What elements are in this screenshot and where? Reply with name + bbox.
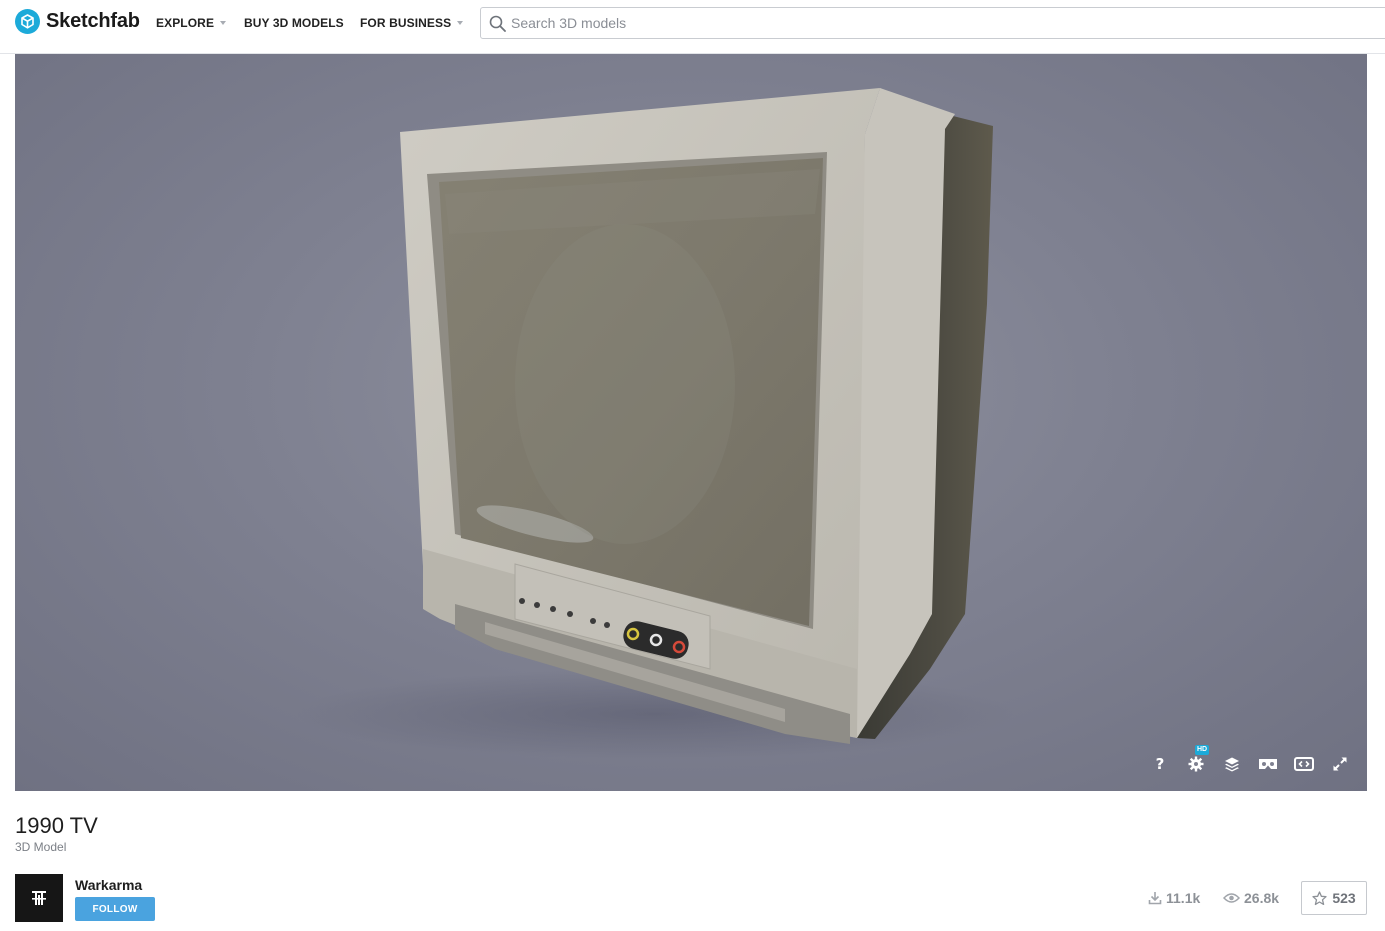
fullscreen-icon xyxy=(1333,757,1347,771)
layers-icon xyxy=(1225,757,1239,772)
fullscreen-button[interactable] xyxy=(1329,753,1351,775)
download-count: 11.1k xyxy=(1148,889,1200,907)
star-icon xyxy=(1312,890,1327,905)
view-count-value: 26.8k xyxy=(1244,890,1280,906)
like-count-value: 523 xyxy=(1332,890,1356,906)
chevron-down-icon xyxy=(457,21,464,25)
settings-button[interactable]: HD xyxy=(1185,745,1210,775)
sketchfab-logo[interactable]: Sketchfab xyxy=(15,8,140,34)
author-logo-icon xyxy=(32,891,46,905)
brand-name: Sketchfab xyxy=(46,9,140,32)
vr-icon xyxy=(1259,759,1277,769)
follow-button[interactable]: FOLLOW xyxy=(75,897,155,921)
top-navigation-bar: Sketchfab EXPLORE BUY 3D MODELS FOR BUSI… xyxy=(0,0,1385,54)
tv-model-render xyxy=(295,88,1015,759)
help-icon: ? xyxy=(1155,755,1165,773)
hd-badge: HD xyxy=(1195,745,1210,755)
nav-buy-3d-models[interactable]: BUY 3D MODELS xyxy=(244,15,344,31)
layers-button[interactable] xyxy=(1221,753,1243,775)
search-icon xyxy=(487,13,507,33)
nav-explore-label: EXPLORE xyxy=(156,16,215,30)
nav-explore[interactable]: EXPLORE xyxy=(156,15,227,31)
eye-icon xyxy=(1223,893,1240,903)
embed-button[interactable] xyxy=(1293,753,1315,775)
viewer-controls: ? HD xyxy=(1135,745,1351,775)
model-type-label: 3D Model xyxy=(15,840,67,854)
search-input[interactable] xyxy=(511,15,1311,31)
model-viewer[interactable]: ? HD xyxy=(15,54,1367,791)
view-count: 26.8k xyxy=(1223,889,1279,907)
nav-for-business[interactable]: FOR BUSINESS xyxy=(360,15,464,31)
nav-business-label: FOR BUSINESS xyxy=(360,16,452,30)
like-button[interactable]: 523 xyxy=(1301,881,1367,915)
author-name[interactable]: Warkarma xyxy=(75,877,142,893)
model-title: 1990 TV xyxy=(15,813,98,838)
chevron-down-icon xyxy=(220,21,227,25)
sketchfab-logo-icon xyxy=(15,8,40,34)
download-icon xyxy=(1148,892,1162,905)
embed-icon xyxy=(1294,757,1314,771)
search-box[interactable] xyxy=(480,7,1385,39)
nav-buy-label: BUY 3D MODELS xyxy=(244,16,344,30)
help-button[interactable]: ? xyxy=(1149,753,1171,775)
vr-button[interactable] xyxy=(1257,753,1279,775)
author-avatar[interactable] xyxy=(15,874,63,922)
settings-icon xyxy=(1188,756,1204,772)
download-count-value: 11.1k xyxy=(1166,890,1201,906)
